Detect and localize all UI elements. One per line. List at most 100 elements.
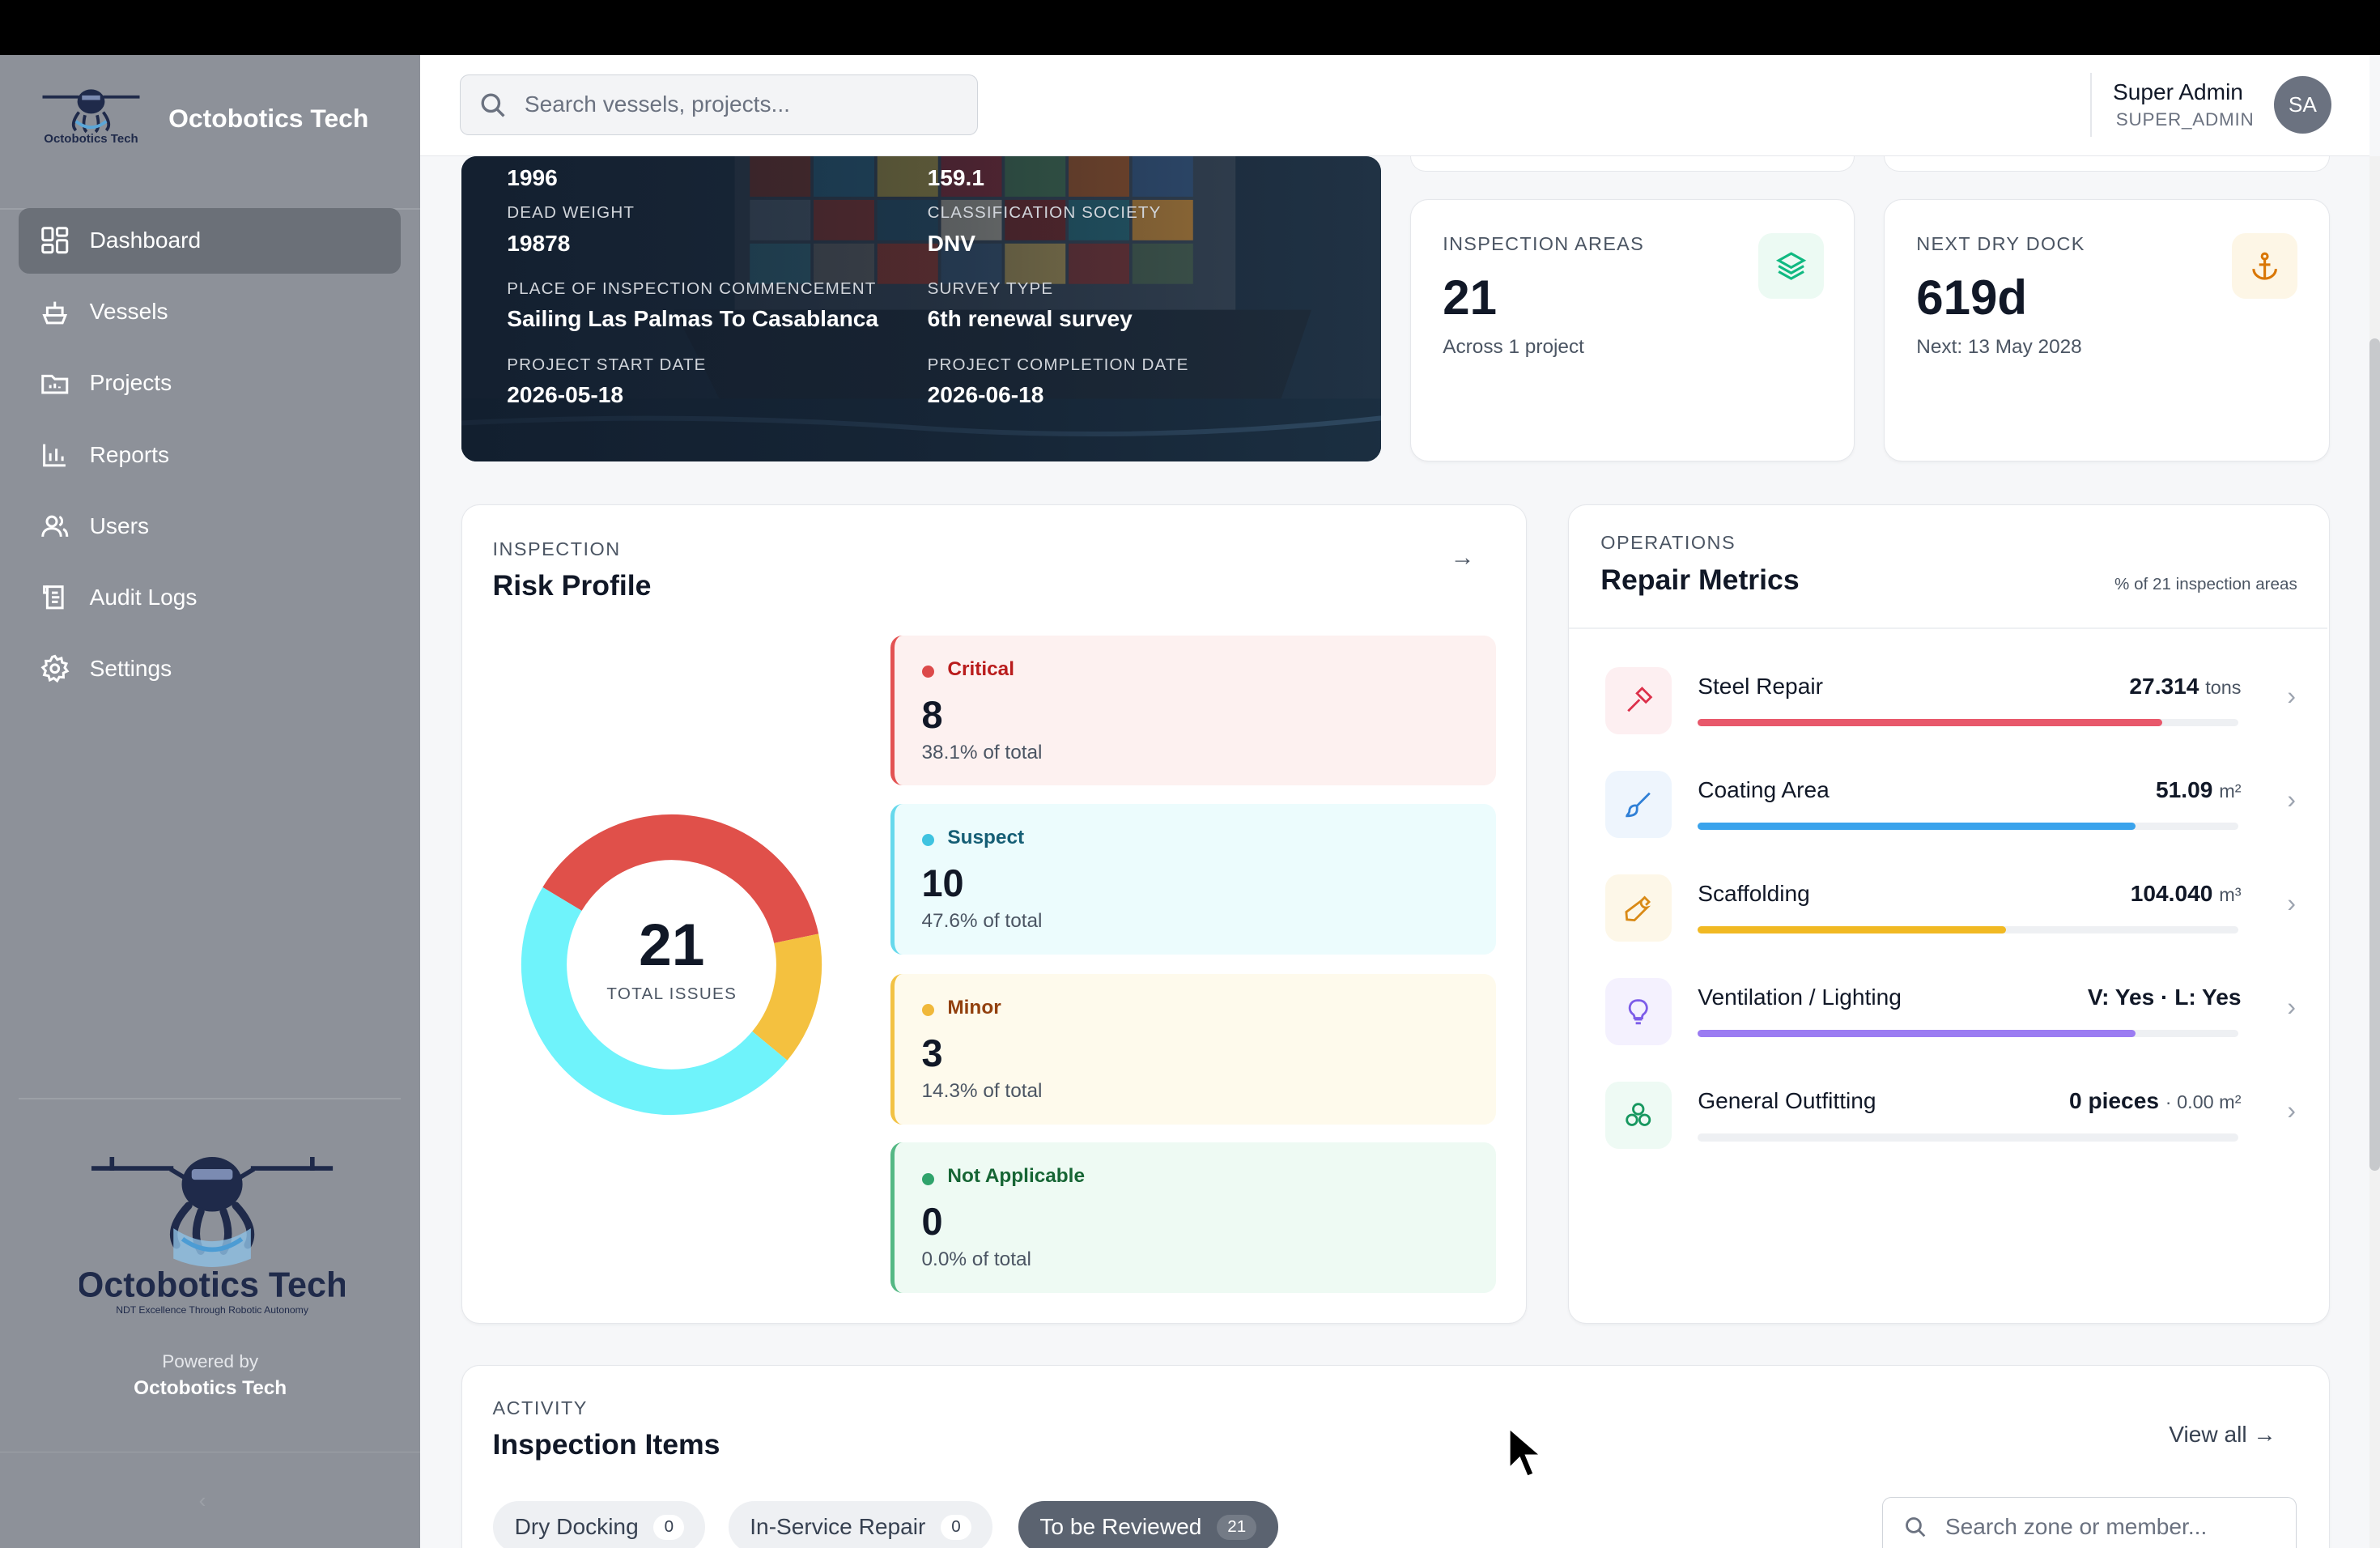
risk-count: 8: [921, 694, 943, 736]
vessel-field: DEAD WEIGHT 19878: [507, 203, 635, 256]
repair-unit: m³: [2219, 883, 2242, 905]
kpi-label: INSPECTION AREAS: [1443, 232, 1645, 254]
repair-row-general-outfitting[interactable]: General Outfitting 0 pieces · 0.00 m² ›: [1604, 1079, 2296, 1173]
kpi-value: 21: [1443, 270, 1497, 325]
sidebar-item-label: Projects: [89, 370, 172, 396]
zone-search-input[interactable]: [1944, 1514, 2280, 1541]
svg-text:Octobotics Tech: Octobotics Tech: [44, 132, 138, 146]
tab-label: Dry Docking: [514, 1514, 639, 1540]
sidebar-item-users[interactable]: Users: [19, 493, 402, 559]
risk-count: 10: [921, 862, 964, 905]
top-header: Super Admin SUPER_ADMIN SA: [420, 54, 2369, 157]
footer-logo-text: Octobotics Tech: [79, 1265, 345, 1304]
sidebar-item-settings[interactable]: Settings: [19, 636, 402, 702]
kpi-card-next-dry-dock[interactable]: NEXT DRY DOCK 619d Next: 13 May 2028: [1883, 198, 2331, 461]
repair-row-coating-area[interactable]: Coating Area 51.09 m² ›: [1604, 768, 2296, 861]
repair-title: Repair Metrics: [1600, 563, 1800, 596]
vessel-field-label: PROJECT COMPLETION DATE: [927, 355, 1189, 374]
tab-dry-docking[interactable]: Dry Docking 0: [493, 1501, 706, 1548]
repair-value-number: V: Yes · L: Yes: [2087, 984, 2242, 1010]
sidebar-item-label: Vessels: [89, 299, 168, 325]
vessel-field: PROJECT START DATE 2026-05-18: [507, 355, 706, 408]
chevron-right-icon[interactable]: ›: [2287, 785, 2296, 814]
global-search[interactable]: [460, 74, 978, 135]
vessel-field: 159.1: [928, 158, 984, 191]
search-icon: [481, 93, 505, 117]
chevron-right-icon[interactable]: ›: [2287, 681, 2296, 711]
repair-progress-track: [1698, 926, 2238, 934]
repair-metrics-card: OPERATIONS Repair Metrics % of 21 inspec…: [1567, 504, 2331, 1324]
repair-progress-fill: [1698, 926, 2006, 934]
users-icon: [40, 511, 70, 542]
kpi-value: 619d: [1916, 270, 2028, 325]
sidebar-item-vessels[interactable]: Vessels: [19, 279, 402, 345]
tab-to-be-reviewed[interactable]: To be Reviewed 21: [1018, 1501, 1278, 1548]
vessel-field: PROJECT COMPLETION DATE 2026-06-18: [928, 355, 1189, 408]
repair-value-number: 0 pieces: [2069, 1087, 2159, 1113]
kpi-card-inspection-areas[interactable]: INSPECTION AREAS 21 Across 1 project: [1409, 198, 1855, 461]
tab-in-service-repair[interactable]: In-Service Repair 0: [729, 1501, 993, 1548]
sidebar-item-dashboard[interactable]: Dashboard: [18, 207, 401, 274]
vessel-field-value: Sailing Las Palmas To Casablanca: [507, 306, 879, 332]
scrollbar-thumb[interactable]: [2369, 338, 2380, 1171]
repair-row-ventilation-lighting[interactable]: Ventilation / Lighting V: Yes · L: Yes ›: [1604, 976, 2296, 1070]
layers-icon: [1758, 232, 1824, 299]
risk-box-minor[interactable]: Minor 3 14.3% of total: [890, 973, 1496, 1125]
status-dot: [921, 1004, 934, 1017]
chevron-left-icon[interactable]: ‹: [199, 1488, 206, 1513]
brand-name: Octobotics Tech: [168, 103, 369, 133]
repair-name: Ventilation / Lighting: [1698, 984, 1902, 1010]
card-stub: [1883, 156, 2331, 172]
view-all-link[interactable]: View all →: [2169, 1422, 2276, 1448]
sidebar-item-reports[interactable]: Reports: [19, 422, 402, 487]
vessel-field: 1996: [507, 158, 558, 191]
kpi-subtext: Next: 13 May 2028: [1916, 336, 2082, 359]
vessel-field-label: PROJECT START DATE: [507, 355, 707, 374]
chevron-right-icon[interactable]: ›: [2287, 1095, 2296, 1125]
status-dot: [921, 834, 934, 847]
risk-name: Suspect: [947, 827, 1025, 848]
vessel-field-value: DNV: [927, 230, 975, 256]
vessel-field-value: 1996: [507, 165, 558, 191]
repair-value-number: 51.09: [2156, 776, 2213, 802]
repair-unit: tons: [2205, 676, 2242, 698]
repair-row-steel-repair[interactable]: Steel Repair 27.314 tons ›: [1604, 664, 2296, 758]
status-dot: [921, 666, 934, 678]
risk-box-not-applicable[interactable]: Not Applicable 0 0.0% of total: [890, 1142, 1496, 1293]
scrollbar[interactable]: [2369, 156, 2380, 1548]
chevron-right-icon[interactable]: ›: [2287, 992, 2296, 1022]
repair-name: Scaffolding: [1698, 880, 1810, 906]
kpi-subtext: Across 1 project: [1443, 336, 1584, 359]
sidebar-item-audit-logs[interactable]: Audit Logs: [19, 565, 402, 631]
repair-progress-fill: [1698, 718, 2163, 727]
repair-value: 27.314 tons: [2129, 674, 2241, 700]
vessel-field-value: 19878: [507, 230, 571, 256]
brand[interactable]: Octobotics Tech Octobotics Tech: [36, 82, 368, 151]
activity-kicker: ACTIVITY: [492, 1397, 588, 1418]
bar-chart-icon: [40, 440, 70, 470]
vessel-field-value: 159.1: [927, 165, 984, 191]
tab-count: 0: [653, 1514, 685, 1540]
risk-box-suspect[interactable]: Suspect 10 47.6% of total: [890, 803, 1496, 955]
search-input[interactable]: [524, 91, 950, 118]
vessel-field-value: 2026-06-18: [927, 382, 1044, 408]
tab-count: 0: [941, 1514, 971, 1540]
status-dot: [921, 1172, 934, 1185]
octobotics-logo: Octobotics Tech: [42, 89, 140, 146]
vessel-field-label: SURVEY TYPE: [927, 279, 1054, 298]
dashboard-icon: [40, 225, 70, 256]
arrow-right-icon[interactable]: →: [1451, 544, 1475, 572]
risk-box-critical[interactable]: Critical 8 38.1% of total: [890, 635, 1496, 786]
item-search[interactable]: [1882, 1496, 2297, 1548]
repair-name: Coating Area: [1698, 776, 1830, 802]
sidebar-bottom-divider: [0, 1451, 421, 1453]
wrench-icon: [1604, 874, 1672, 942]
lightbulb-icon: [1604, 978, 1672, 1045]
user-name[interactable]: Super Admin: [2113, 79, 2243, 105]
avatar[interactable]: SA: [2273, 75, 2331, 134]
repair-name: Steel Repair: [1698, 673, 1823, 699]
chevron-right-icon[interactable]: ›: [2287, 888, 2296, 918]
sidebar-item-projects[interactable]: Projects: [19, 351, 402, 416]
repair-row-scaffolding[interactable]: Scaffolding 104.040 m³ ›: [1604, 872, 2296, 966]
risk-title: Risk Profile: [492, 569, 652, 602]
